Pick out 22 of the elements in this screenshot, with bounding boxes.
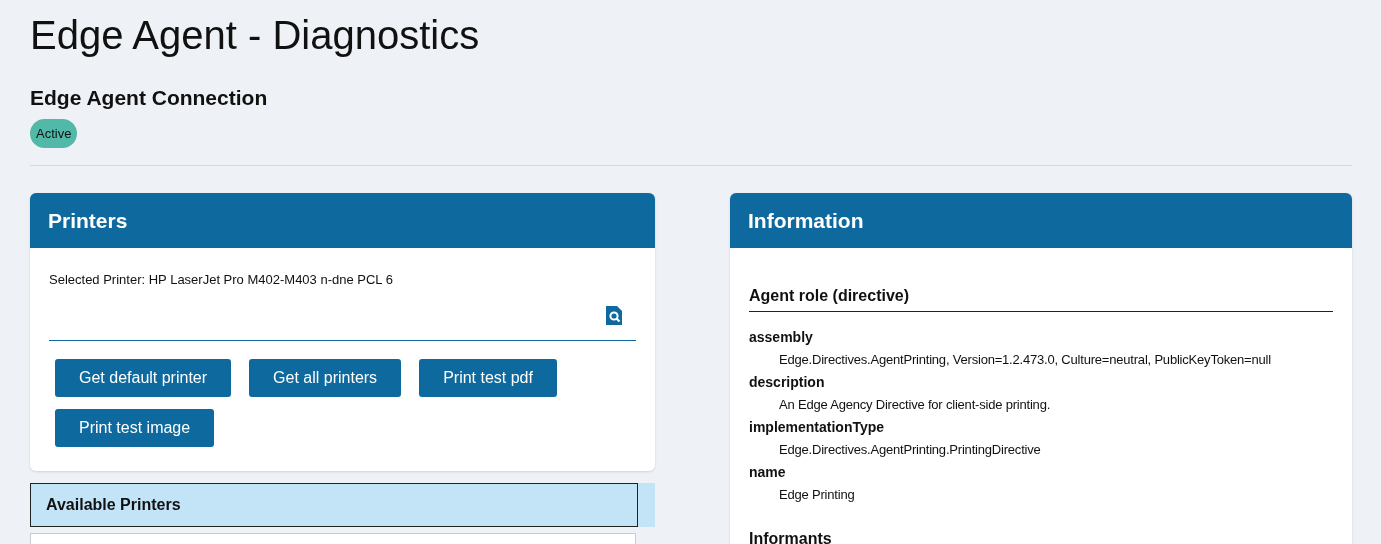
- section-heading: Edge Agent Connection: [30, 85, 268, 111]
- property-value: Edge Printing: [778, 486, 855, 505]
- action-button[interactable]: Get all printers: [249, 358, 402, 397]
- search-icon[interactable]: [606, 305, 622, 325]
- page-title: Edge Agent - Diagnostics: [30, 12, 480, 55]
- subsection-heading: Informants: [749, 529, 832, 544]
- property-key: assembly: [749, 326, 813, 349]
- card-title: Information: [748, 208, 864, 234]
- action-button[interactable]: Get default printer: [55, 358, 232, 397]
- subsection-heading: Agent role (directive): [749, 286, 910, 307]
- action-button[interactable]: Print test image: [55, 408, 215, 447]
- selected-printer-text: Selected Printer: HP LaserJet Pro M402-M403 n-dne PCL 6: [49, 271, 393, 290]
- panel-title: Available Printers: [46, 494, 181, 515]
- property-key: description: [749, 371, 825, 394]
- card-title: Printers: [48, 208, 128, 234]
- property-value: Edge.Directives.AgentPrinting.PrintingDirective: [778, 441, 1041, 460]
- property-value: Edge.Directives.AgentPrinting, Version=1.2.473.0, Culture=neutral, PublicKeyToken=null: [778, 351, 1271, 370]
- property-value: An Edge Agency Directive for client-side printing.: [778, 396, 1051, 415]
- property-key: name: [749, 461, 786, 484]
- action-button[interactable]: Print test pdf: [419, 358, 557, 397]
- property-key: implementationType: [749, 416, 885, 439]
- status-badge: Active: [30, 119, 78, 149]
